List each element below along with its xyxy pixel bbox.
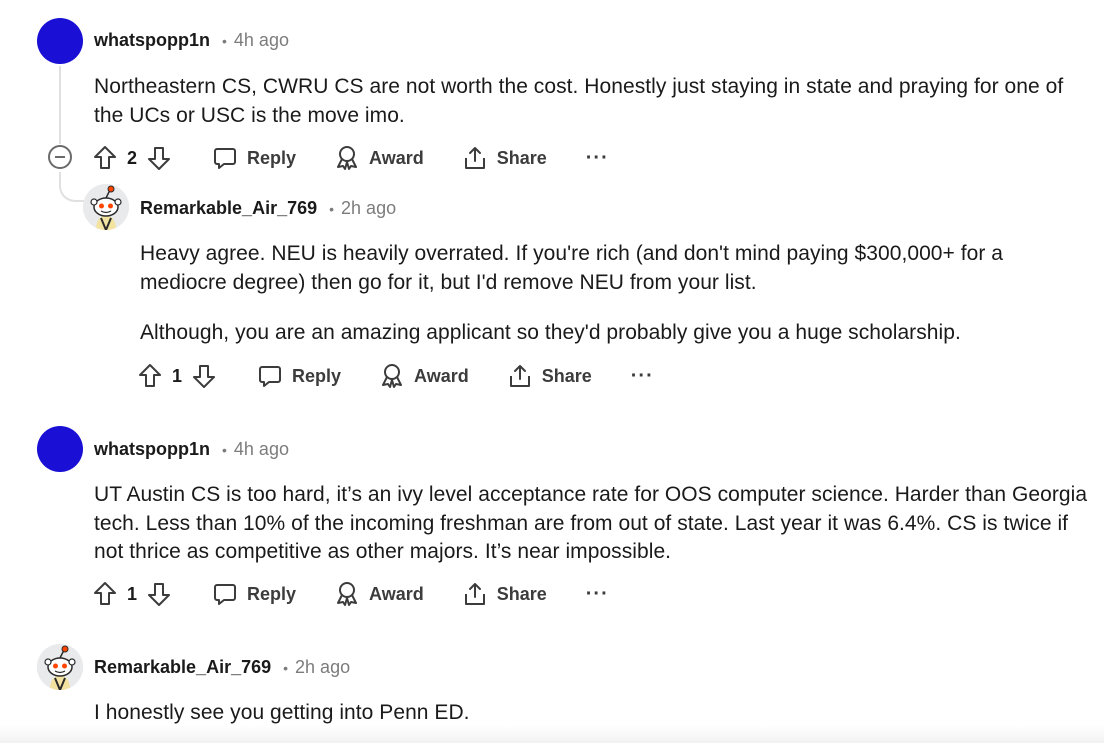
vote-count: 2 xyxy=(127,147,138,168)
share-button[interactable]: Share xyxy=(463,145,547,171)
username[interactable]: Remarkable_Air_769 xyxy=(94,657,271,678)
award-label: Award xyxy=(414,365,469,386)
share-label: Share xyxy=(496,147,547,168)
share-label: Share xyxy=(541,365,592,386)
upvote-arrow-icon xyxy=(139,364,161,387)
downvote-arrow-icon xyxy=(148,147,171,170)
award-ribbon-icon xyxy=(337,582,358,606)
collapse-icon[interactable] xyxy=(48,145,72,169)
reply-label: Reply xyxy=(292,365,342,386)
comment-body: I honestly see you getting into Penn ED. xyxy=(94,699,1084,728)
downvote-button[interactable] xyxy=(192,363,216,389)
award-button[interactable]: Award xyxy=(335,145,424,171)
award-ribbon-icon xyxy=(382,364,403,388)
username[interactable]: Remarkable_Air_769 xyxy=(140,198,317,219)
award-ribbon-icon xyxy=(337,146,358,170)
reply-button[interactable]: Reply xyxy=(258,364,341,388)
avatar[interactable] xyxy=(37,644,83,690)
award-button[interactable]: Award xyxy=(335,581,424,607)
upvote-button[interactable] xyxy=(93,145,117,171)
snoo-avatar-icon xyxy=(37,644,83,690)
reply-label: Reply xyxy=(247,583,297,604)
thread-line xyxy=(59,66,61,144)
comment-meta: whatspopp1n • 4h ago xyxy=(94,30,289,51)
comment-meta: Remarkable_Air_769 • 2h ago xyxy=(94,657,350,678)
comment-text: UT Austin CS is too hard, it’s an ivy le… xyxy=(94,483,1088,563)
comment-meta: whatspopp1n • 4h ago xyxy=(94,439,289,460)
comment-meta: Remarkable_Air_769 • 2h ago xyxy=(140,198,396,219)
share-upload-icon xyxy=(464,583,485,605)
comment-actions: 2 Reply Award Share ··· xyxy=(93,143,609,173)
more-options-button[interactable]: ··· xyxy=(631,365,654,388)
more-options-button[interactable]: ··· xyxy=(586,147,609,170)
comment-text: I honestly see you getting into Penn ED. xyxy=(94,701,470,724)
comment-actions: 1 Reply Award Share ··· xyxy=(93,579,609,609)
snoo-avatar-icon xyxy=(83,184,129,230)
avatar[interactable] xyxy=(37,18,83,64)
upvote-arrow-icon xyxy=(94,582,116,605)
vote-count: 1 xyxy=(172,365,183,386)
share-button[interactable]: Share xyxy=(508,363,592,389)
share-upload-icon xyxy=(464,147,485,169)
username[interactable]: whatspopp1n xyxy=(94,439,210,460)
separator-dot: • xyxy=(222,32,227,49)
downvote-arrow-icon xyxy=(148,583,171,606)
speech-bubble-icon xyxy=(214,584,237,605)
separator-dot: • xyxy=(329,200,335,217)
timestamp[interactable]: 2h ago xyxy=(341,198,396,219)
more-options-button[interactable]: ··· xyxy=(586,583,609,606)
timestamp[interactable]: 4h ago xyxy=(234,30,289,51)
comment-body: Northeastern CS, CWRU CS are not worth t… xyxy=(94,73,1084,130)
award-label: Award xyxy=(369,583,424,604)
award-button[interactable]: Award xyxy=(380,363,469,389)
reply-button[interactable]: Reply xyxy=(213,146,296,170)
upvote-arrow-icon xyxy=(94,146,116,169)
upvote-button[interactable] xyxy=(138,363,162,389)
downvote-arrow-icon xyxy=(193,365,216,388)
timestamp[interactable]: 2h ago xyxy=(295,657,350,678)
reply-button[interactable]: Reply xyxy=(213,582,296,606)
downvote-button[interactable] xyxy=(147,145,171,171)
downvote-button[interactable] xyxy=(147,581,171,607)
comment-text: Although, you are an amazing applicant s… xyxy=(140,321,961,344)
speech-bubble-icon xyxy=(259,366,282,387)
thread-connector xyxy=(59,172,85,202)
award-label: Award xyxy=(369,147,424,168)
avatar[interactable] xyxy=(37,426,83,472)
vote-count: 1 xyxy=(127,583,138,604)
share-label: Share xyxy=(496,583,547,604)
avatar[interactable] xyxy=(83,184,129,230)
comment-body: Heavy agree. NEU is heavily overrated. I… xyxy=(140,240,1090,348)
separator-dot: • xyxy=(283,659,289,676)
bottom-fade xyxy=(0,725,1104,743)
comment-body: UT Austin CS is too hard, it’s an ivy le… xyxy=(94,481,1089,567)
share-button[interactable]: Share xyxy=(463,581,547,607)
share-upload-icon xyxy=(509,365,530,387)
reply-label: Reply xyxy=(247,147,297,168)
timestamp[interactable]: 4h ago xyxy=(234,439,289,460)
speech-bubble-icon xyxy=(214,148,237,169)
username[interactable]: whatspopp1n xyxy=(94,30,210,51)
comment-text: Heavy agree. NEU is heavily overrated. I… xyxy=(140,242,1004,294)
comment-text: Northeastern CS, CWRU CS are not worth t… xyxy=(94,75,1064,127)
upvote-button[interactable] xyxy=(93,581,117,607)
separator-dot: • xyxy=(222,441,227,458)
comment-actions: 1 Reply Award Share ··· xyxy=(138,361,654,391)
